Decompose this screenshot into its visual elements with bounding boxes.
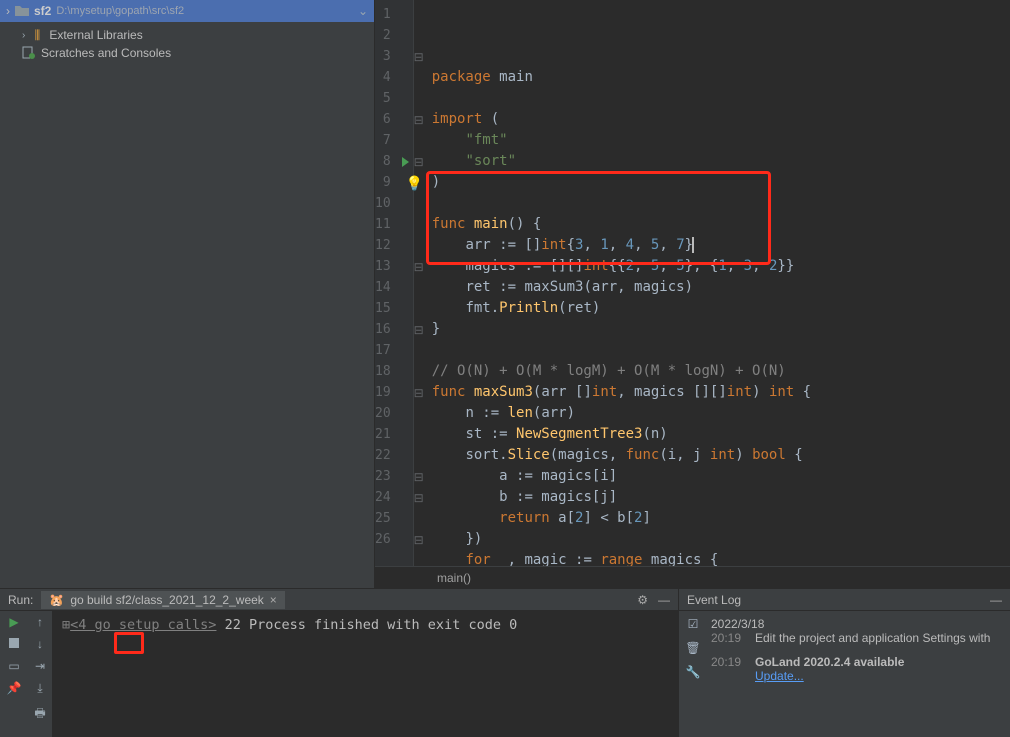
line-number[interactable]: 4	[375, 67, 413, 88]
event-date: 2022/3/18	[711, 617, 1006, 631]
line-number[interactable]: 2	[375, 25, 413, 46]
line-number[interactable]: 3	[375, 46, 413, 67]
external-libraries-row[interactable]: › ⫼ External Libraries	[0, 26, 374, 44]
line-number[interactable]: 10	[375, 193, 413, 214]
run-output[interactable]: ⊞<4 go setup calls> 22 Process finished …	[52, 611, 678, 737]
line-number[interactable]: 22	[375, 445, 413, 466]
down-icon[interactable]: ↓	[37, 637, 43, 651]
go-icon: 🐹	[49, 593, 64, 607]
layout-icon[interactable]: ▭	[8, 659, 19, 673]
rerun-icon[interactable]: ▶	[9, 615, 18, 629]
line-number[interactable]: 26	[375, 529, 413, 550]
print-icon[interactable]: 🖶	[34, 704, 45, 725]
line-number[interactable]: 5	[375, 88, 413, 109]
tree-label: External Libraries	[49, 28, 142, 42]
scroll-end-icon[interactable]: ⤓	[37, 681, 42, 696]
project-name: sf2	[34, 4, 51, 18]
line-number[interactable]: 20	[375, 403, 413, 424]
line-number[interactable]: 23	[375, 466, 413, 487]
project-root-row[interactable]: › sf2 D:\mysetup\gopath\src\sf2 ⌄	[0, 0, 374, 22]
chevron-right-icon: ›	[6, 4, 10, 18]
breadcrumb[interactable]: main()	[375, 566, 1010, 588]
event-log-title: Event Log	[687, 593, 741, 607]
line-number[interactable]: 14	[375, 277, 413, 298]
intention-bulb-icon[interactable]: 💡	[406, 174, 423, 195]
soft-wrap-icon[interactable]: ⇥	[35, 659, 45, 673]
run-panel: Run: 🐹 go build sf2/class_2021_12_2_week…	[0, 589, 678, 737]
tree-label: Scratches and Consoles	[41, 46, 171, 60]
scratches-row[interactable]: Scratches and Consoles	[0, 44, 374, 62]
line-number[interactable]: 16	[375, 319, 413, 340]
project-sidebar: › sf2 D:\mysetup\gopath\src\sf2 ⌄ › ⫼ Ex…	[0, 0, 375, 588]
scratches-icon	[22, 46, 36, 60]
code-text[interactable]: 💡 package main import ( "fmt" "sort" ) f…	[424, 0, 1010, 566]
line-number[interactable]: 18	[375, 361, 413, 382]
line-number[interactable]: 24	[375, 487, 413, 508]
line-number[interactable]: 25	[375, 508, 413, 529]
pin-icon[interactable]: 📌	[7, 681, 22, 695]
stop-icon[interactable]	[9, 637, 19, 651]
annotation-box	[426, 171, 771, 265]
line-number[interactable]: 17	[375, 340, 413, 361]
line-number[interactable]: 7	[375, 130, 413, 151]
gutter[interactable]: 1 2 3 4 5 6 7 8 9 10 11 12 13 14 15 16 1	[375, 0, 414, 566]
folder-icon	[15, 4, 29, 18]
check-icon[interactable]: ☑	[688, 617, 699, 631]
update-link[interactable]: Update...	[755, 669, 804, 683]
event-row: 20:19 GoLand 2020.2.4 available Update..…	[711, 655, 1006, 683]
trash-icon[interactable]: 🗑	[685, 641, 700, 655]
output-toolbar: ↑ ↓ ⇥ ⤓ 🖶	[28, 611, 52, 737]
event-log-panel: Event Log — ☑ 🗑 🔧 2022/3/18 20:19 Edit t…	[678, 589, 1010, 737]
line-number-runnable[interactable]: 8	[375, 151, 413, 172]
fold-column[interactable]: ⊟⊟⊟⊟⊟⊟⊟⊟⊟	[414, 0, 424, 566]
line-number[interactable]: 11	[375, 214, 413, 235]
wrench-icon[interactable]: 🔧	[686, 665, 701, 679]
project-menu-icon[interactable]: ⌄	[358, 4, 368, 18]
project-path: D:\mysetup\gopath\src\sf2	[56, 5, 184, 17]
line-number[interactable]: 15	[375, 298, 413, 319]
line-number[interactable]: 19	[375, 382, 413, 403]
up-icon[interactable]: ↑	[37, 615, 43, 629]
run-label: Run:	[8, 593, 33, 607]
line-number[interactable]: 12	[375, 235, 413, 256]
run-config-tab[interactable]: 🐹 go build sf2/class_2021_12_2_week ×	[41, 591, 284, 609]
event-row: 20:19 Edit the project and application S…	[711, 631, 1006, 645]
close-icon[interactable]: ×	[270, 593, 277, 607]
gear-icon[interactable]: ⚙	[637, 593, 648, 607]
line-number[interactable]: 6	[375, 109, 413, 130]
chevron-right-icon: ›	[22, 30, 25, 41]
run-toolbar: ▶ ▭ 📌	[0, 611, 28, 737]
minimize-icon[interactable]: —	[990, 593, 1002, 607]
line-number[interactable]: 13	[375, 256, 413, 277]
libraries-icon: ⫼	[30, 28, 44, 42]
line-number[interactable]: 1	[375, 4, 413, 25]
editor: 1 2 3 4 5 6 7 8 9 10 11 12 13 14 15 16 1	[375, 0, 1010, 588]
minimize-icon[interactable]: —	[658, 593, 670, 607]
annotation-box	[114, 632, 144, 654]
line-number[interactable]: 21	[375, 424, 413, 445]
